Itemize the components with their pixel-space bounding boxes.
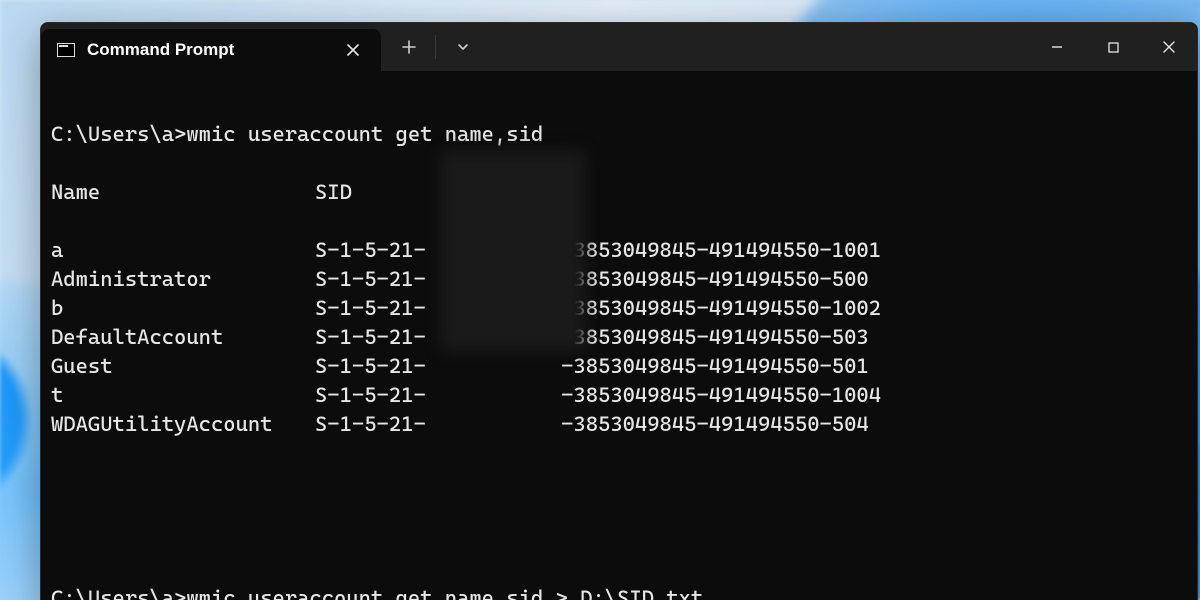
cell-name: t	[51, 381, 315, 410]
blank-line	[51, 468, 1189, 497]
table-row: GuestS-1-5-21- -3853049845-491494550-501	[51, 352, 1189, 381]
cell-sid: S-1-5-21- -3853049845-491494550-500	[315, 265, 869, 294]
prompt-line: C:\Users\a>wmic useraccount get name,sid…	[51, 584, 1189, 600]
cell-sid: S-1-5-21- -3853049845-491494550-1002	[315, 294, 881, 323]
cell-sid: S-1-5-21- -3853049845-491494550-501	[315, 352, 869, 381]
maximize-button[interactable]	[1085, 23, 1141, 71]
cell-name: Guest	[51, 352, 315, 381]
cell-sid: S-1-5-21- -3853049845-491494550-504	[315, 410, 869, 439]
col-header-name: Name	[51, 178, 315, 207]
prompt-prefix: C:\Users\a>	[51, 586, 186, 600]
titlebar[interactable]: Command Prompt	[41, 23, 1197, 71]
cell-name: WDAGUtilityAccount	[51, 410, 315, 439]
terminal-window: Command Prompt C:\	[40, 22, 1198, 600]
table-row: WDAGUtilityAccountS-1-5-21- -3853049845-…	[51, 410, 1189, 439]
prompt-line: C:\Users\a>wmic useraccount get name,sid	[51, 120, 1189, 149]
prompt-prefix: C:\Users\a>	[51, 122, 186, 146]
table-row: tS-1-5-21- -3853049845-491494550-1004	[51, 381, 1189, 410]
titlebar-drag-region[interactable]	[485, 23, 1029, 71]
cell-sid: S-1-5-21- -3853049845-491494550-503	[315, 323, 869, 352]
table-row: aS-1-5-21- -3853049845-491494550-1001	[51, 236, 1189, 265]
blank-line	[51, 526, 1189, 555]
close-button[interactable]	[1141, 23, 1197, 71]
minimize-button[interactable]	[1029, 23, 1085, 71]
cell-sid: S-1-5-21- -3853049845-491494550-1004	[315, 381, 881, 410]
command-text: wmic useraccount get name,sid > D:\SID.t…	[186, 586, 703, 600]
cmd-icon	[57, 43, 75, 57]
table-row: bS-1-5-21- -3853049845-491494550-1002	[51, 294, 1189, 323]
tab-dropdown-button[interactable]	[441, 23, 485, 71]
terminal-output[interactable]: C:\Users\a>wmic useraccount get name,sid…	[41, 71, 1197, 600]
tab-close-button[interactable]	[339, 36, 367, 64]
table-header: NameSID	[51, 178, 1189, 207]
tab-command-prompt[interactable]: Command Prompt	[41, 29, 381, 71]
command-text: wmic useraccount get name,sid	[186, 122, 543, 146]
table-row: AdministratorS-1-5-21- -3853049845-49149…	[51, 265, 1189, 294]
cell-name: DefaultAccount	[51, 323, 315, 352]
cell-name: Administrator	[51, 265, 315, 294]
cell-name: a	[51, 236, 315, 265]
col-header-sid: SID	[315, 178, 352, 207]
table-row: DefaultAccountS-1-5-21- -3853049845-4914…	[51, 323, 1189, 352]
tab-separator	[435, 35, 437, 59]
new-tab-button[interactable]	[387, 23, 431, 71]
cell-name: b	[51, 294, 315, 323]
tab-title: Command Prompt	[87, 40, 327, 60]
cell-sid: S-1-5-21- -3853049845-491494550-1001	[315, 236, 881, 265]
